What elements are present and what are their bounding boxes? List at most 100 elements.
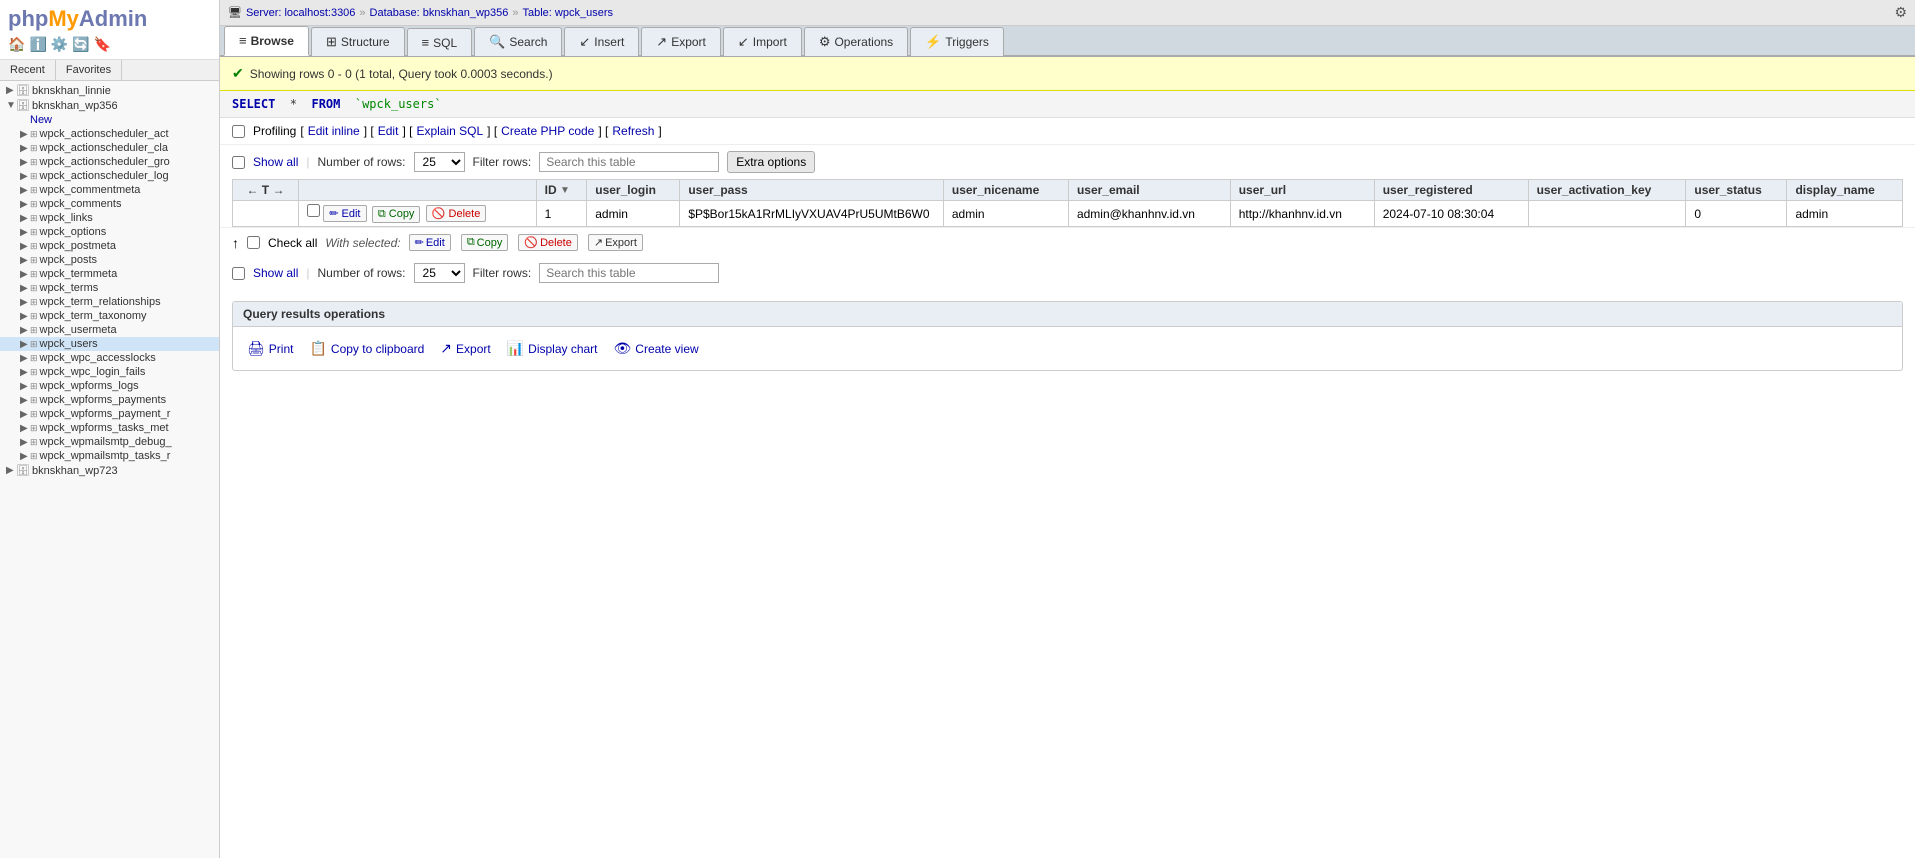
show-all-checkbox[interactable] [232,156,245,169]
settings-icon[interactable]: ⚙️ [51,36,68,53]
sidebar-item-wpck-terms[interactable]: ▶ ⊞ wpck_terms [0,281,219,295]
sidebar-item-wpck-wpc-login-fails[interactable]: ▶ ⊞ wpck_wpc_login_fails [0,365,219,379]
table-name: wpck_wpforms_tasks_met [40,422,169,434]
gear-icon[interactable]: ⚙ [1894,4,1907,21]
sidebar-item-wpck-posts[interactable]: ▶ ⊞ wpck_posts [0,253,219,267]
sidebar-item-wpck-wpforms-logs[interactable]: ▶ ⊞ wpck_wpforms_logs [0,379,219,393]
qro-display-chart-button[interactable]: 📊 Display chart [507,337,598,360]
show-all-checkbox-bottom[interactable] [232,267,245,280]
tab-search[interactable]: 🔍 Search [474,27,562,56]
edit-link[interactable]: Edit [378,124,399,138]
tab-sql[interactable]: ≡ SQL [407,28,473,56]
copy-row-button[interactable]: ⧉ Copy [372,206,421,223]
qro-copy-clipboard-button[interactable]: 📋 Copy to clipboard [309,337,424,360]
sidebar-item-wpck-actionscheduler-log[interactable]: ▶ ⊞ wpck_actionscheduler_log [0,169,219,183]
home-icon[interactable]: 🏠 [8,36,25,53]
sidebar-item-wpck-wpforms-payments[interactable]: ▶ ⊞ wpck_wpforms_payments [0,393,219,407]
tab-triggers[interactable]: ⚡ Triggers [910,27,1004,56]
tab-export[interactable]: ↗ Export [641,27,721,56]
sidebar-item-wpck-wpforms-payment-r[interactable]: ▶ ⊞ wpck_wpforms_payment_r [0,407,219,421]
sidebar-item-wpck-actionscheduler-gro[interactable]: ▶ ⊞ wpck_actionscheduler_gro [0,155,219,169]
number-of-rows-select[interactable]: 25 50 100 [414,152,465,172]
breadcrumb-server[interactable]: Server: localhost:3306 [246,7,355,19]
sidebar-item-wpck-commentmeta[interactable]: ▶ ⊞ wpck_commentmeta [0,183,219,197]
col-user-url[interactable]: user_url [1230,180,1374,201]
sidebar-item-wpck-wpmailsmtp-debug[interactable]: ▶ ⊞ wpck_wpmailsmtp_debug_ [0,435,219,449]
sidebar-item-wpck-actionscheduler-act[interactable]: ▶ ⊞ wpck_actionscheduler_act [0,127,219,141]
col-user-nicename[interactable]: user_nicename [943,180,1068,201]
number-of-rows-select-bottom[interactable]: 25 50 100 [414,263,465,283]
col-user-email[interactable]: user_email [1068,180,1230,201]
delete-row-button[interactable]: 🚫 Delete [426,205,487,222]
sidebar-item-wpck-wpforms-tasks-met[interactable]: ▶ ⊞ wpck_wpforms_tasks_met [0,421,219,435]
expand-icon: ▶ [6,465,16,476]
sidebar-item-bknskhan-linnie[interactable]: ▶ 🗄 bknskhan_linnie [0,83,219,98]
explain-sql-link[interactable]: Explain SQL [416,124,483,138]
show-all-button[interactable]: Show all [253,155,298,169]
col-id[interactable]: ID ▼ [536,180,587,201]
sql-table-name: `wpck_users` [355,97,442,111]
tab-insert[interactable]: ↙ Insert [564,27,639,56]
tab-browse[interactable]: ≡ Browse [224,26,309,56]
sidebar-item-wpck-wpmailsmtp-tasks[interactable]: ▶ ⊞ wpck_wpmailsmtp_tasks_r [0,449,219,463]
filter-rows-input-bottom[interactable] [539,263,719,283]
qro-create-view-button[interactable]: 👁 Create view [614,337,699,360]
sidebar-item-wpck-comments[interactable]: ▶ ⊞ wpck_comments [0,197,219,211]
with-selected-export-button[interactable]: ↗ Export [588,234,643,251]
profiling-checkbox[interactable] [232,125,245,138]
refresh-icon[interactable]: 🔄 [72,36,89,53]
qro-export-button[interactable]: ↗ Export [440,337,490,360]
col-user-pass[interactable]: user_pass [680,180,944,201]
sidebar-item-wpck-options[interactable]: ▶ ⊞ wpck_options [0,225,219,239]
filter-rows-input[interactable] [539,152,719,172]
row-checkbox[interactable] [307,204,320,217]
show-all-button-bottom[interactable]: Show all [253,266,298,280]
col-display-name[interactable]: display_name [1787,180,1903,201]
bookmark-icon[interactable]: 🔖 [94,36,111,53]
sidebar-item-wpck-term-relationships[interactable]: ▶ ⊞ wpck_term_relationships [0,295,219,309]
row-user-registered: 2024-07-10 08:30:04 [1374,201,1528,227]
create-php-code-link[interactable]: Create PHP code [501,124,594,138]
refresh-link[interactable]: Refresh [612,124,654,138]
sidebar-item-wpck-term-taxonomy[interactable]: ▶ ⊞ wpck_term_taxonomy [0,309,219,323]
sidebar-item-bknskhan-wp356[interactable]: ▼ 🗄 bknskhan_wp356 [0,98,219,113]
table-icons: ⊞ [30,367,38,378]
sidebar-item-wpck-wpc-accesslocks[interactable]: ▶ ⊞ wpck_wpc_accesslocks [0,351,219,365]
col-nav[interactable]: ← T → [233,180,299,201]
sidebar-tab-recent[interactable]: Recent [0,60,56,80]
sidebar-tab-favorites[interactable]: Favorites [56,60,122,80]
col-user-login[interactable]: user_login [587,180,680,201]
sidebar-item-wpck-users[interactable]: ▶ ⊞ wpck_users [0,337,219,351]
edit-row-button[interactable]: ✏ Edit [323,205,366,222]
sidebar-item-wpck-termmeta[interactable]: ▶ ⊞ wpck_termmeta [0,267,219,281]
breadcrumb-table[interactable]: Table: wpck_users [523,7,614,19]
sidebar-item-bknskhan-wp723[interactable]: ▶ 🗄 bknskhan_wp723 [0,463,219,478]
col-user-activation-key[interactable]: user_activation_key [1528,180,1686,201]
table-icons: ⊞ [30,339,38,350]
tab-structure[interactable]: ⊞ Structure [311,27,405,56]
with-selected-edit-button[interactable]: ✏ Edit [409,234,451,251]
sidebar-item-wpck-postmeta[interactable]: ▶ ⊞ wpck_postmeta [0,239,219,253]
sidebar-item-new[interactable]: New [0,113,219,127]
extra-options-button[interactable]: Extra options [727,151,815,173]
sidebar-item-wpck-links[interactable]: ▶ ⊞ wpck_links [0,211,219,225]
col-user-status[interactable]: user_status [1686,180,1787,201]
sidebar-item-wpck-usermeta[interactable]: ▶ ⊞ wpck_usermeta [0,323,219,337]
sidebar-item-wpck-actionscheduler-cla[interactable]: ▶ ⊞ wpck_actionscheduler_cla [0,141,219,155]
edit-inline-link[interactable]: Edit inline [308,124,360,138]
with-selected-delete-button[interactable]: 🚫 Delete [518,234,578,251]
row-user-login: admin [587,201,680,227]
qro-print-button[interactable]: 🖨 Print [247,337,293,360]
tab-import[interactable]: ↙ Import [723,27,802,56]
col-user-registered[interactable]: user_registered [1374,180,1528,201]
row-id: 1 [536,201,587,227]
breadcrumb-database[interactable]: Database: bknskhan_wp356 [370,7,509,19]
info-icon[interactable]: ℹ️ [29,36,46,53]
tab-operations[interactable]: ⚙ Operations [804,27,908,56]
with-selected-copy-button[interactable]: ⧉ Copy [461,234,509,251]
divider: | [306,155,309,169]
check-all-checkbox[interactable] [247,236,260,249]
export-label: Export [605,237,637,249]
table-name: wpck_actionscheduler_log [40,170,169,182]
table-name: wpck_termmeta [40,268,118,280]
